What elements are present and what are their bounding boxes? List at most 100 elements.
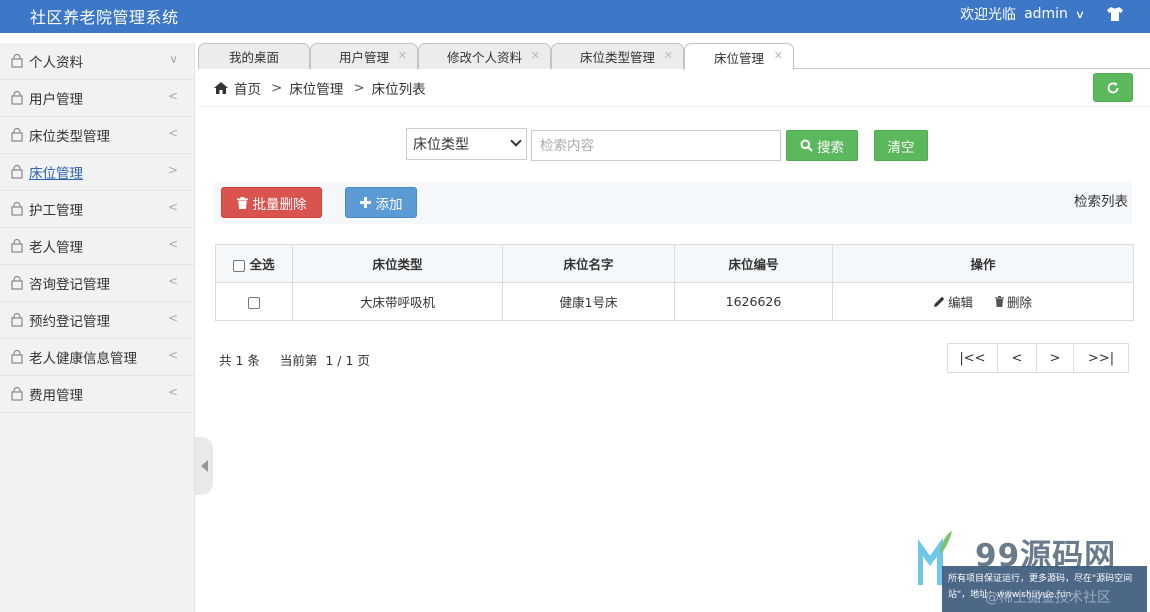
table-row: 大床带呼吸机 健康1号床 1626626 编辑 删除 xyxy=(215,282,1134,321)
sidebar-item-label: 用户管理 xyxy=(29,92,83,108)
chevron-left-icon: < xyxy=(167,126,178,140)
edit-label: 编辑 xyxy=(947,295,973,310)
sidebar-item-elders[interactable]: 老人管理 < xyxy=(0,228,194,265)
sidebar-item-label: 费用管理 xyxy=(29,388,83,404)
tab-users[interactable]: 用户管理 ✕ xyxy=(310,43,418,69)
trash-icon xyxy=(994,296,1004,307)
pager: |<< < > >>| xyxy=(947,343,1129,373)
bag-icon xyxy=(11,313,23,327)
column-header: 床位名字 xyxy=(502,244,675,283)
row-select-cell[interactable] xyxy=(215,282,293,321)
pager-first-button[interactable]: |<< xyxy=(947,343,998,373)
breadcrumb-level2: 床位列表 xyxy=(371,82,426,98)
close-icon[interactable]: ✕ xyxy=(398,49,407,62)
select-value: 床位类型 xyxy=(413,137,469,153)
chevron-left-icon: < xyxy=(167,274,178,288)
pager-prev-button[interactable]: < xyxy=(997,343,1037,373)
sidebar-item-booking[interactable]: 预约登记管理 < xyxy=(0,302,194,339)
select-all-label: 全选 xyxy=(249,257,275,272)
sidebar-item-fees[interactable]: 费用管理 < xyxy=(0,376,194,413)
delete-button[interactable]: 删除 xyxy=(994,292,1032,311)
tab-edit-profile[interactable]: 修改个人资料 ✕ xyxy=(418,43,551,69)
sidebar-item-caregivers[interactable]: 护工管理 < xyxy=(0,191,194,228)
list-caption: 检索列表 xyxy=(1074,194,1128,210)
watermark-overlay: @稀土掘金技术社区 xyxy=(985,590,1111,606)
home-icon xyxy=(214,82,228,94)
breadcrumb-home[interactable]: 首页 xyxy=(234,78,261,98)
sidebar-item-users[interactable]: 用户管理 < xyxy=(0,80,194,117)
column-header: 床位类型 xyxy=(292,244,503,283)
bag-icon xyxy=(11,239,23,253)
sidebar-item-label: 预约登记管理 xyxy=(29,314,110,330)
cell-operations: 编辑 删除 xyxy=(832,282,1134,321)
tab-label: 用户管理 xyxy=(338,50,389,65)
edit-button[interactable]: 编辑 xyxy=(933,292,973,311)
username[interactable]: admin xyxy=(1024,6,1068,22)
bag-icon xyxy=(11,91,23,105)
close-icon[interactable]: ✕ xyxy=(774,49,783,62)
sidebar-collapse-toggle[interactable] xyxy=(195,437,213,495)
sidebar-item-beds[interactable]: 床位管理 > xyxy=(0,154,194,191)
sidebar-item-label: 床位类型管理 xyxy=(29,129,110,145)
pager-last-button[interactable]: >>| xyxy=(1073,343,1129,373)
search-button[interactable]: 搜索 xyxy=(786,130,858,161)
chevron-left-icon: < xyxy=(167,89,178,103)
batch-delete-label: 批量删除 xyxy=(252,196,307,213)
user-menu[interactable]: 欢迎光临 admin ∨ xyxy=(960,4,1085,24)
sidebar-item-bed-types[interactable]: 床位类型管理 < xyxy=(0,117,194,154)
pager-current: 当前第 1 / 1 页 xyxy=(279,353,370,368)
tab-bed-types[interactable]: 床位类型管理 ✕ xyxy=(551,43,684,69)
breadcrumb-separator: > xyxy=(271,80,283,96)
trash-icon xyxy=(236,196,248,209)
sidebar-item-health[interactable]: 老人健康信息管理 < xyxy=(0,339,194,376)
sidebar-item-label: 床位管理 xyxy=(29,166,83,182)
sidebar-item-profile[interactable]: 个人资料 ∨ xyxy=(0,43,194,80)
sidebar-item-consult[interactable]: 咨询登记管理 < xyxy=(0,265,194,302)
sidebar: 个人资料 ∨ 用户管理 < 床位类型管理 < 床位管理 > 护工管理 < 老人管… xyxy=(0,43,195,612)
chevron-down-icon xyxy=(510,135,522,147)
bag-icon xyxy=(11,128,23,142)
refresh-button[interactable] xyxy=(1093,73,1133,102)
chevron-left-icon: < xyxy=(167,200,178,214)
pager-next-button[interactable]: > xyxy=(1036,343,1074,373)
bag-icon xyxy=(11,350,23,364)
breadcrumb-separator: > xyxy=(353,80,365,96)
bag-icon xyxy=(11,54,23,68)
tab-label: 我的桌面 xyxy=(228,50,279,65)
search-icon xyxy=(800,139,813,152)
tab-desktop[interactable]: 我的桌面 xyxy=(198,43,310,69)
tab-label: 床位管理 xyxy=(713,50,764,66)
shirt-icon[interactable] xyxy=(1106,6,1124,22)
close-icon[interactable]: ✕ xyxy=(531,49,540,62)
bed-type-select[interactable]: 床位类型 xyxy=(406,128,527,160)
select-all-checkbox[interactable] xyxy=(233,259,246,272)
chevron-left-icon: < xyxy=(167,311,178,325)
chevron-down-icon[interactable]: ∨ xyxy=(1075,8,1085,21)
bag-icon xyxy=(11,387,23,401)
chevron-left-icon: < xyxy=(167,237,178,251)
add-label: 添加 xyxy=(375,196,403,213)
app-title: 社区养老院管理系统 xyxy=(30,8,179,27)
add-button[interactable]: 添加 xyxy=(345,187,417,218)
cell-bed-number: 1626626 xyxy=(674,282,833,321)
sidebar-item-label: 咨询登记管理 xyxy=(29,277,110,293)
top-header: 社区养老院管理系统 欢迎光临 admin ∨ xyxy=(0,0,1150,33)
column-header: 操作 xyxy=(832,244,1134,283)
plus-icon xyxy=(359,197,371,208)
triangle-left-icon xyxy=(200,460,208,472)
clear-button-label: 清空 xyxy=(887,139,915,156)
search-input[interactable] xyxy=(531,130,781,161)
clear-button[interactable]: 清空 xyxy=(874,130,928,161)
refresh-icon xyxy=(1107,81,1119,93)
tab-beds[interactable]: 床位管理 ✕ xyxy=(684,43,794,70)
sidebar-item-label: 护工管理 xyxy=(29,203,83,219)
breadcrumb-level1[interactable]: 床位管理 xyxy=(289,78,343,98)
delete-label: 删除 xyxy=(1006,295,1032,310)
chevron-left-icon: < xyxy=(167,348,178,362)
pager-info: 共 1 条 当前第 1 / 1 页 xyxy=(219,350,370,369)
batch-delete-button[interactable]: 批量删除 xyxy=(221,187,322,218)
row-checkbox[interactable] xyxy=(248,296,260,309)
close-icon[interactable]: ✕ xyxy=(664,49,673,62)
select-all-header[interactable]: 全选 xyxy=(215,244,293,283)
chevron-right-icon: > xyxy=(167,163,178,177)
